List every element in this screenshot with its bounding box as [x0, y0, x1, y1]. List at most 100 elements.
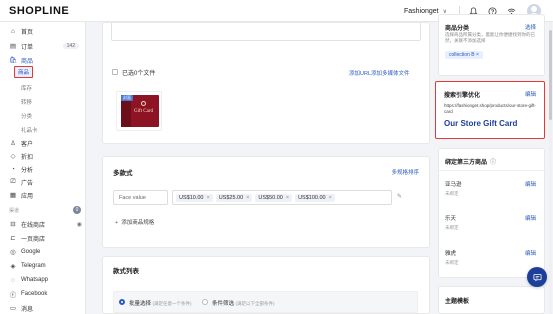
sidebar-subitem-transfer[interactable]: 转移	[21, 96, 32, 107]
theme-title: 主题模板	[445, 299, 470, 305]
ads-icon: ⎚	[10, 178, 16, 185]
category-select-link[interactable]: 选择	[525, 23, 536, 31]
select-all-checkbox[interactable]	[112, 69, 118, 75]
chat-icon[interactable]	[527, 267, 547, 287]
variant-filter-box: 批量选择 (满足任意一个条件) 条件筛选 (满足以下全部条件)	[113, 291, 418, 313]
theme-card: 主题模板	[438, 286, 545, 314]
gift-card-text: Gift Card	[134, 109, 154, 114]
filter-select-radio[interactable]	[202, 299, 208, 305]
store-icon: ⊟	[10, 221, 16, 228]
seo-edit-link[interactable]: 编辑	[525, 90, 536, 98]
store-name[interactable]: Fashionget	[404, 8, 439, 15]
variant-sort-link[interactable]: 多规格排序	[391, 168, 419, 176]
collection-tag-label: collection B	[449, 52, 475, 58]
sidebar-item-apps[interactable]: ▦ 应用	[0, 189, 86, 201]
plus-icon: +	[115, 220, 119, 226]
sidebar-item-discounts[interactable]: ◇ 折扣	[0, 150, 86, 162]
channels-section-label: 渠道	[9, 208, 20, 214]
variants-card: 多款式 多规格排序 Face value US$10.00 × US$25.00 ×…	[102, 156, 430, 248]
remove-chip-icon[interactable]: ×	[246, 195, 249, 201]
seo-title: 搜索引擎优化	[444, 93, 481, 99]
amazon-label: 亚马逊	[445, 182, 462, 188]
sidebar-item-facebook[interactable]: ⓕ Facebook	[0, 288, 86, 300]
bulk-select-radio[interactable]	[119, 299, 125, 305]
sidebar-item-ads[interactable]: ⎚ 广告	[0, 176, 86, 188]
bulk-select-label[interactable]: 批量选择 (满足任意一个条件)	[129, 299, 192, 307]
eye-icon[interactable]: ◉	[77, 221, 82, 228]
add-media-link[interactable]: 添加多媒体文件	[371, 69, 410, 77]
sidebar-item-one-page-store[interactable]: ⊏ 一页商店	[0, 232, 86, 244]
option-values-input[interactable]: US$10.00 × US$25.00 × US$50.00 × US$100.00 ×	[172, 190, 392, 205]
info-icon[interactable]: ⓘ	[490, 160, 496, 166]
edit-option-icon[interactable]: ✎	[397, 193, 402, 200]
sidebar-item-google[interactable]: ◎ Google	[0, 246, 86, 258]
sidebar: ⌂ 首页 ▤ 订单 142 🛍 商品 商品 库存 转移 分类 礼品卡 ♙ 客户 …	[0, 22, 86, 314]
chip-label: US$50.00	[258, 194, 283, 201]
filter-select-label[interactable]: 条件筛选 (满足以下全部条件)	[212, 299, 275, 307]
sidebar-item-label: 商品	[21, 58, 34, 65]
sidebar-item-analytics[interactable]: ◔ 分析	[0, 163, 86, 175]
add-option-label: 添加商品规格	[121, 220, 155, 226]
pos-icon: ⊏	[10, 235, 16, 242]
chip-label: US$100.00	[298, 194, 326, 201]
sidebar-item-telegram[interactable]: ◈ Telegram	[0, 260, 86, 272]
sidebar-item-label: 首页	[21, 29, 34, 36]
scrollbar-thumb[interactable]	[549, 30, 552, 120]
sidebar-subitem-collections[interactable]: 分类	[21, 110, 32, 121]
sidebar-item-label: 消息	[21, 306, 34, 313]
message-icon: ▭	[9, 305, 17, 312]
rakuten-status: 未绑定	[445, 225, 459, 230]
sidebar-item-label: Facebook	[21, 291, 48, 297]
add-url-link[interactable]: 添加URL	[349, 69, 371, 77]
apps-icon: ▦	[9, 192, 17, 199]
collection-tag[interactable]: collection B ×	[445, 51, 483, 59]
sidebar-item-customers[interactable]: ♙ 客户	[0, 137, 86, 149]
chip-label: US$25.00	[218, 194, 244, 201]
option-value-chip: US$25.00 ×	[215, 193, 253, 202]
customer-icon: ♙	[10, 140, 16, 147]
sidebar-item-whatsapp[interactable]: ◌ Whatsapp	[0, 274, 86, 286]
remove-tag-icon[interactable]: ×	[476, 52, 479, 58]
variants-title: 多款式	[113, 170, 133, 177]
media-thumbnail[interactable]: Gift Card 封面	[116, 91, 162, 131]
amazon-edit-link[interactable]: 编辑	[525, 180, 536, 188]
home-icon: ⌂	[11, 27, 15, 35]
sidebar-subitem-gift-cards[interactable]: 礼品卡	[21, 124, 38, 135]
sidebar-item-label: 一页商店	[21, 236, 46, 243]
radio-hint: (满足以下全部条件)	[235, 301, 275, 306]
option-value-chip: US$10.00 ×	[176, 193, 213, 202]
remove-chip-icon[interactable]: ×	[206, 195, 209, 201]
yahoo-edit-link[interactable]: 编辑	[525, 249, 536, 257]
sidebar-item-online-store[interactable]: ⊟ 在线商店 ◉	[0, 218, 86, 230]
third-party-title: 绑定第三方商品 ⓘ	[445, 157, 496, 166]
sidebar-subitem-products[interactable]: 商品	[14, 66, 33, 78]
option-value-chip: US$50.00 ×	[255, 193, 293, 202]
sidebar-item-label: 订单	[21, 44, 34, 51]
remove-chip-icon[interactable]: ×	[329, 195, 332, 201]
remove-chip-icon[interactable]: ×	[286, 195, 289, 201]
analytics-icon: ◔	[11, 165, 15, 173]
sidebar-item-label: 应用	[21, 193, 34, 200]
rakuten-edit-link[interactable]: 编辑	[525, 214, 536, 222]
sidebar-item-products[interactable]: 🛍 商品	[0, 54, 86, 66]
google-icon: ◎	[10, 249, 16, 256]
media-card: 已选0个文件 添加URL 添加多媒体文件 Gift Card 封面	[102, 22, 430, 144]
shopline-logo[interactable]: SHOPLINE	[9, 5, 69, 17]
description-editor[interactable]	[111, 23, 421, 41]
gift-card-logo	[141, 101, 146, 106]
rakuten-label: 乐天	[445, 216, 457, 222]
sidebar-subitem-inventory[interactable]: 库存	[21, 82, 32, 93]
add-option-button[interactable]: + 添加商品规格	[115, 218, 154, 226]
option-value-chip: US$100.00 ×	[295, 193, 335, 202]
add-channel-button[interactable]: 0	[73, 206, 81, 214]
variant-list-title: 款式列表	[113, 268, 139, 275]
sidebar-item-label: 分析	[21, 167, 34, 174]
category-card: 商品分类 选择 选择商品所属分类，着能让你便捷找到你的已然，关联不添加选择 co…	[438, 14, 545, 76]
sidebar-item-orders[interactable]: ▤ 订单 142	[0, 40, 86, 52]
sidebar-item-messages[interactable]: ▭ 消息	[0, 302, 86, 314]
sidebar-item-home[interactable]: ⌂ 首页	[0, 25, 86, 37]
seo-url: https://fashionget.shop/products/our-sto…	[444, 103, 537, 114]
sidebar-item-label: Whatsapp	[21, 277, 49, 283]
bag-icon: 🛍	[9, 57, 18, 64]
option-name-input[interactable]: Face value	[113, 190, 168, 205]
